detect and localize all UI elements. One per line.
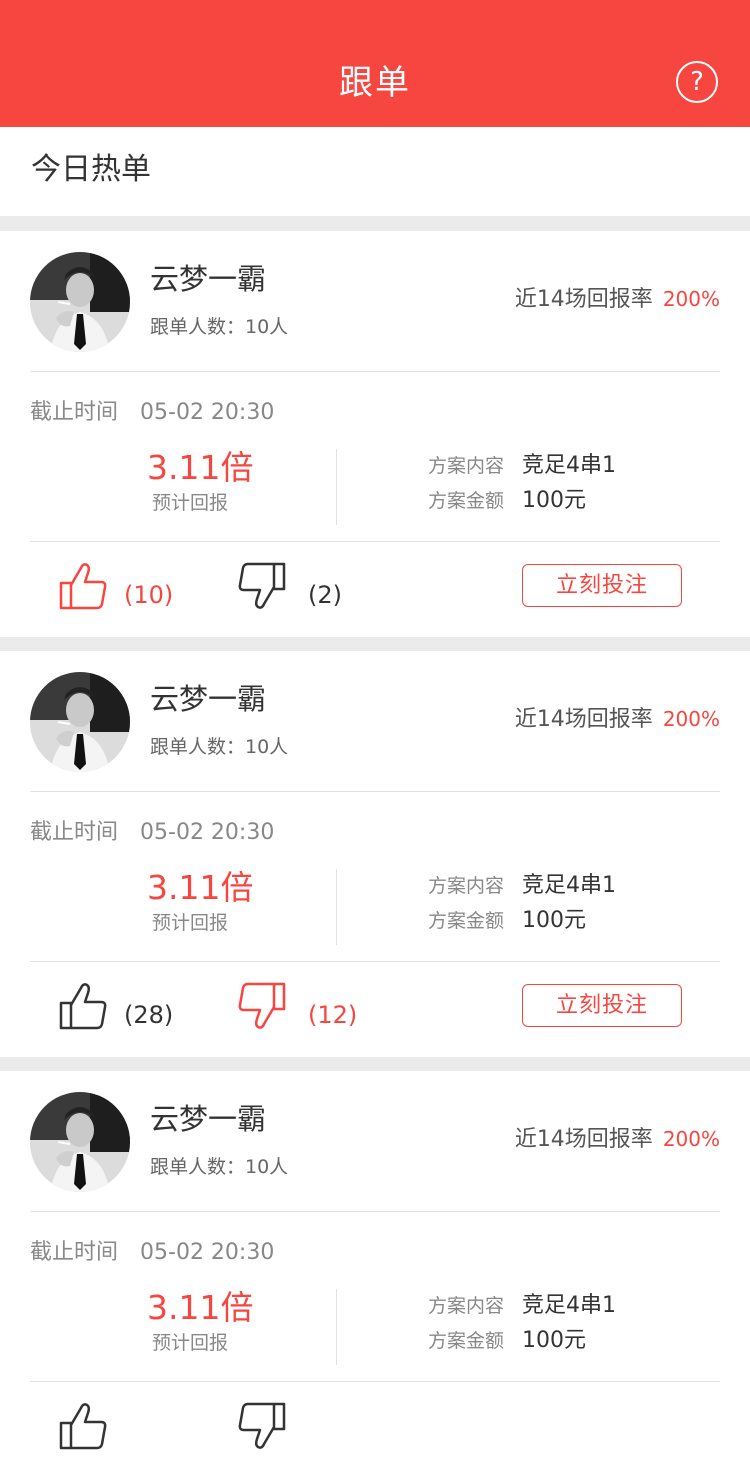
return-rate: 近14场回报率 200% <box>515 1123 720 1156</box>
plan-amount: 方案金额 100元 <box>428 484 586 518</box>
bet-now-button[interactable]: 立刻投注 <box>522 564 682 607</box>
card-divider <box>30 961 720 962</box>
plan-amount-value: 100元 <box>522 908 587 933</box>
dislike-count: (2) <box>308 581 342 609</box>
plan-content: 方案内容 竞足4串1 <box>428 1289 616 1323</box>
top-bar: 跟单 ? <box>0 0 750 127</box>
plan-content-value: 竞足4串1 <box>522 873 617 898</box>
card-divider <box>30 1211 720 1212</box>
follower-count: 跟单人数：10人 <box>150 316 289 338</box>
page-title: 跟单 <box>339 63 411 103</box>
deadline-value: 05-02 20:30 <box>140 820 275 845</box>
thumbs-down-icon[interactable] <box>235 1401 287 1455</box>
odds-value: 3.11倍 <box>147 868 254 907</box>
card-divider <box>30 1381 720 1382</box>
card-divider <box>30 791 720 792</box>
plan-amount-label: 方案金额 <box>428 1330 505 1352</box>
bet-card[interactable]: 云梦一霸 跟单人数：10人 近14场回报率 200% 截止时间 05-02 20:3… <box>0 1071 750 1477</box>
user-name[interactable]: 云梦一霸 <box>150 679 266 719</box>
deadline-label: 截止时间 <box>30 820 119 845</box>
card-divider <box>30 541 720 542</box>
like-count: (10) <box>124 581 174 609</box>
deadline: 截止时间 05-02 20:30 <box>30 1236 274 1270</box>
bet-card[interactable]: 云梦一霸 跟单人数：10人 近14场回报率 200% 截止时间 05-02 20:3… <box>0 651 750 1057</box>
plan-content-value: 竞足4串1 <box>522 453 617 478</box>
plan-content-label: 方案内容 <box>428 1295 505 1317</box>
thumbs-up-icon[interactable] <box>58 561 110 615</box>
vertical-divider <box>336 1289 337 1365</box>
plan-amount-value: 100元 <box>522 1328 587 1353</box>
section-header: 今日热单 <box>0 127 750 216</box>
follower-count: 跟单人数：10人 <box>150 736 289 758</box>
section-title: 今日热单 <box>31 152 151 187</box>
plan-amount-label: 方案金额 <box>428 490 505 512</box>
return-rate-value: 200% <box>662 287 720 311</box>
follower-count: 跟单人数：10人 <box>150 1156 289 1178</box>
return-rate-value: 200% <box>662 1127 720 1151</box>
bet-card[interactable]: 云梦一霸 跟单人数：10人 近14场回报率 200% 截止时间 05-02 20:3… <box>0 231 750 637</box>
thumbs-down-icon[interactable] <box>235 981 287 1035</box>
help-icon[interactable]: ? <box>676 61 718 103</box>
odds-value: 3.11倍 <box>147 448 254 487</box>
odds-value: 3.11倍 <box>147 1288 254 1327</box>
deadline-label: 截止时间 <box>30 400 119 425</box>
return-rate-label: 近14场回报率 <box>514 1127 653 1152</box>
return-rate-label: 近14场回报率 <box>514 707 653 732</box>
avatar[interactable] <box>30 672 130 772</box>
thumbs-up-icon[interactable] <box>58 1401 110 1455</box>
vertical-divider <box>336 869 337 945</box>
odds-label: 预计回报 <box>152 492 229 514</box>
bet-now-button[interactable]: 立刻投注 <box>522 984 682 1027</box>
return-rate-value: 200% <box>662 707 720 731</box>
plan-content-label: 方案内容 <box>428 875 505 897</box>
avatar-photo <box>30 672 130 772</box>
avatar[interactable] <box>30 252 130 352</box>
deadline-label: 截止时间 <box>30 1240 119 1265</box>
avatar-photo <box>30 252 130 352</box>
return-rate: 近14场回报率 200% <box>515 283 720 316</box>
odds-label: 预计回报 <box>152 912 229 934</box>
dislike-count: (12) <box>308 1001 358 1029</box>
odds-label: 预计回报 <box>152 1332 229 1354</box>
like-count: (28) <box>124 1001 174 1029</box>
plan-amount-label: 方案金额 <box>428 910 505 932</box>
plan-content-value: 竞足4串1 <box>522 1293 617 1318</box>
plan-amount: 方案金额 100元 <box>428 904 586 938</box>
plan-content-label: 方案内容 <box>428 455 505 477</box>
deadline: 截止时间 05-02 20:30 <box>30 396 274 430</box>
deadline-value: 05-02 20:30 <box>140 1240 275 1265</box>
avatar-photo <box>30 1092 130 1192</box>
thumbs-up-icon[interactable] <box>58 981 110 1035</box>
vertical-divider <box>336 449 337 525</box>
card-divider <box>30 371 720 372</box>
avatar[interactable] <box>30 1092 130 1192</box>
plan-amount-value: 100元 <box>522 488 587 513</box>
deadline: 截止时间 05-02 20:30 <box>30 816 274 850</box>
plan-content: 方案内容 竞足4串1 <box>428 869 616 903</box>
user-name[interactable]: 云梦一霸 <box>150 259 266 299</box>
thumbs-down-icon[interactable] <box>235 561 287 615</box>
return-rate: 近14场回报率 200% <box>515 703 720 736</box>
user-name[interactable]: 云梦一霸 <box>150 1099 266 1139</box>
plan-amount: 方案金额 100元 <box>428 1324 586 1358</box>
return-rate-label: 近14场回报率 <box>514 287 653 312</box>
plan-content: 方案内容 竞足4串1 <box>428 449 616 483</box>
deadline-value: 05-02 20:30 <box>140 400 275 425</box>
